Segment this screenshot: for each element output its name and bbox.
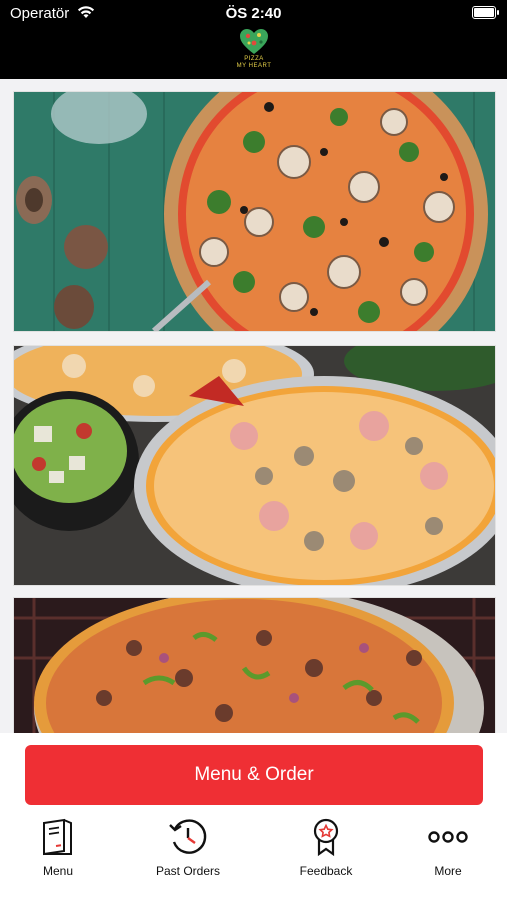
- logo-line2: MY HEART: [236, 63, 272, 69]
- tab-more-label: More: [434, 864, 462, 878]
- status-bar: Operatör ÖS 2:40: [0, 0, 507, 28]
- logo-line1: PIZZA: [244, 56, 264, 62]
- tab-bar: Menu Past Orders Feedback More: [0, 817, 507, 887]
- tab-menu[interactable]: Menu: [3, 817, 113, 881]
- tab-feedback[interactable]: Feedback: [271, 817, 381, 881]
- bottom-panel: Menu & Order Menu Past Orders Feedback M…: [0, 733, 507, 900]
- tab-more[interactable]: More: [393, 817, 503, 881]
- more-dots-icon: [428, 831, 468, 843]
- tab-menu-label: Menu: [42, 864, 74, 878]
- logo-heart-icon: [240, 29, 268, 54]
- history-clock-icon: [169, 819, 207, 854]
- pizza-meat-image[interactable]: [13, 597, 496, 739]
- tab-past-orders[interactable]: Past Orders: [133, 817, 243, 881]
- pizza-vegetable-image[interactable]: [13, 91, 496, 332]
- status-time: ÖS 2:40: [225, 5, 282, 22]
- tab-feedback-label: Feedback: [299, 864, 353, 878]
- feedback-badge-icon: [313, 818, 339, 857]
- pizza-family-image[interactable]: [13, 345, 496, 586]
- tab-past-orders-label: Past Orders: [155, 864, 221, 878]
- top-bar: Operatör ÖS 2:40 PIZZA MY HEART: [0, 0, 507, 79]
- menu-book-icon: [43, 818, 72, 856]
- menu-order-button[interactable]: Menu & Order: [25, 745, 483, 805]
- battery-icon: [472, 6, 499, 19]
- app-logo: PIZZA MY HEART: [218, 28, 290, 76]
